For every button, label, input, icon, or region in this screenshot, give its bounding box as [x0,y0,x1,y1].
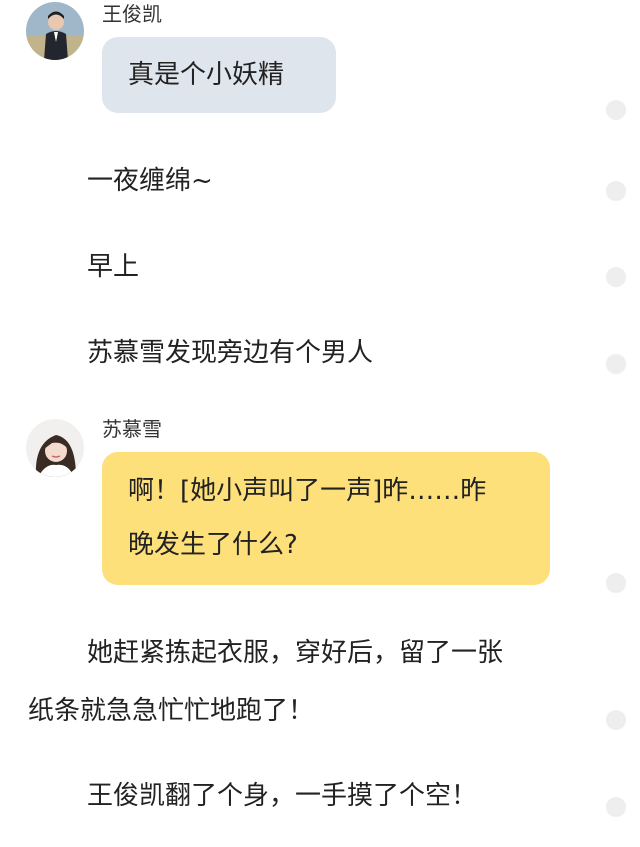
narration-text: 苏慕雪发现旁边有个男人 [87,338,374,368]
paragraph-indicator-dot[interactable] [606,710,626,730]
paragraph-indicator-dot[interactable] [606,797,626,817]
paragraph-indicator-dot[interactable] [606,573,626,593]
paragraph-indicator-dot[interactable] [606,354,626,374]
paragraph-indicator-dot[interactable] [606,267,626,287]
narration-text: 早上 [87,252,140,282]
speaker-name: 王俊凯 [102,2,162,26]
narration-text: 王俊凯翻了个身，一手摸了个空！ [87,781,478,811]
chat-bubble[interactable]: 啊！[她小声叫了一声]昨……昨 晚发生了什么? [102,452,550,585]
avatar-su-muxue[interactable] [26,419,84,477]
narration-text: 一夜缠绵~ [87,166,213,196]
narration-text-line: 她赶紧拣起衣服，穿好后，留了一张 [87,638,504,668]
boy-avatar-icon [26,2,84,60]
paragraph-indicator-dot[interactable] [606,181,626,201]
narration-text-line: 纸条就急急忙忙地跑了！ [28,696,315,726]
chat-text-line: 晚发生了什么? [128,530,298,560]
paragraph-indicator-dot[interactable] [606,100,626,120]
chat-bubble[interactable]: 真是个小妖精 [102,37,336,113]
girl-avatar-icon [26,419,84,477]
avatar-wang-junkai[interactable] [26,2,84,60]
chat-text-line: 啊！[她小声叫了一声]昨……昨 [128,476,487,506]
speaker-name: 苏慕雪 [102,417,162,441]
chat-text: 真是个小妖精 [128,60,285,90]
